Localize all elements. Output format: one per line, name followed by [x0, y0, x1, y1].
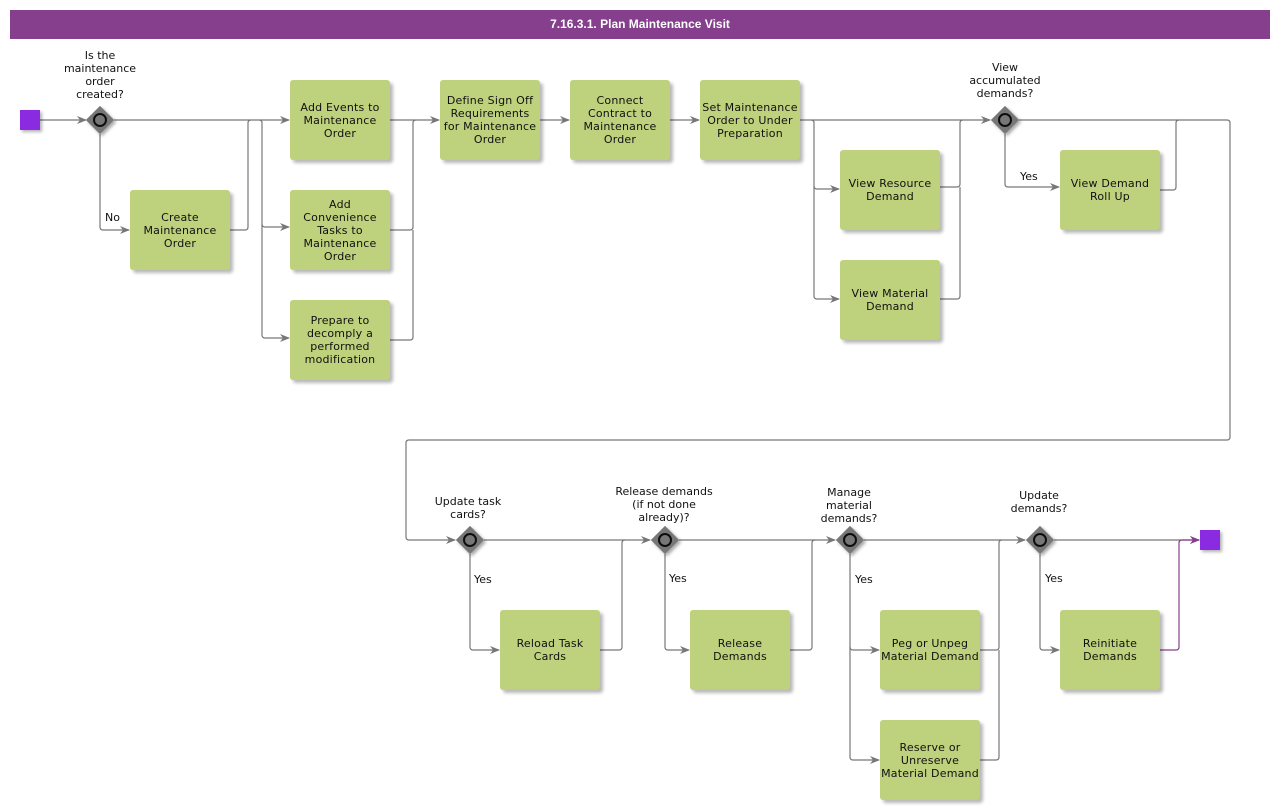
- task-label: Reload Task Cards: [516, 637, 584, 663]
- task-label: Add Convenience Tasks to Maintenance Ord…: [303, 197, 377, 263]
- task-define-sign-off[interactable]: Define Sign Off Requirements for Mainten…: [440, 80, 540, 160]
- task-label: Release Demands: [713, 637, 767, 663]
- flow-t14-join: [980, 650, 1000, 761]
- gateway-g3: [455, 525, 485, 555]
- flow-t11-join: [600, 539, 626, 651]
- task-label: Prepare to decomply a performed modifica…: [304, 314, 376, 366]
- flow-t9-join: [940, 187, 961, 300]
- flow-g4-yes: [664, 554, 690, 654]
- flow-create-merge: [230, 119, 252, 231]
- flow-g5-yes1: [849, 554, 880, 654]
- task-add-events[interactable]: Add Events to Maintenance Order: [290, 80, 390, 160]
- end-event[interactable]: [1200, 530, 1220, 550]
- task-view-resource-demand[interactable]: View Resource Demand: [840, 150, 940, 230]
- task-label: Reserve or Unreserve Material Demand: [881, 740, 979, 780]
- task-release-demands[interactable]: Release Demands: [690, 610, 790, 690]
- task-label: View Material Demand: [851, 287, 929, 313]
- gateway-g5: [835, 525, 865, 555]
- flow-g6-yes: [1039, 554, 1060, 654]
- task-add-convenience-tasks[interactable]: Add Convenience Tasks to Maintenance Ord…: [290, 190, 390, 270]
- flow-t4-join: [390, 230, 414, 341]
- flow-label-yes: Yes: [669, 572, 687, 585]
- flow-fork-t4: [261, 224, 290, 342]
- gateway-g6: [1025, 525, 1055, 555]
- task-label: Define Sign Off Requirements for Mainten…: [443, 94, 537, 146]
- flow-label-yes: Yes: [1045, 572, 1063, 585]
- task-label: View Resource Demand: [848, 177, 932, 203]
- flow-label-no: No: [105, 211, 120, 224]
- gateway-g4: [650, 525, 680, 555]
- task-label: Create Maintenance Order: [143, 210, 217, 250]
- flow-t3-join: [390, 119, 417, 231]
- task-label: Reinitiate Demands: [1082, 637, 1138, 663]
- flow-label-yes: Yes: [474, 573, 492, 586]
- task-label: Connect Contract to Maintenance Order: [583, 94, 657, 146]
- flow-fork-t3: [258, 119, 290, 231]
- gateway-label-g6: Update demands?: [1010, 489, 1068, 515]
- task-label: Add Events to Maintenance Order: [300, 100, 380, 140]
- task-view-demand-roll-up[interactable]: View Demand Roll Up: [1060, 150, 1160, 230]
- gateway-g1: [85, 105, 115, 135]
- flow-t12-join: [790, 539, 816, 651]
- task-view-material-demand[interactable]: View Material Demand: [840, 260, 940, 340]
- flow-fork-t9: [813, 186, 840, 303]
- gateway-label-g1: Is the maintenance order created?: [63, 49, 137, 101]
- task-create-maintenance-order[interactable]: Create Maintenance Order: [130, 190, 230, 270]
- gateway-label-g3: Update task cards?: [434, 495, 502, 521]
- gateway-label-g2: View accumulated demands?: [969, 61, 1041, 100]
- flow-label-yes: Yes: [855, 573, 873, 586]
- gateway-label-g4: Release demands (if not done already)?: [615, 485, 713, 524]
- task-label: Set Maintenance Order to Under Preparati…: [702, 100, 798, 140]
- start-event[interactable]: [20, 110, 40, 130]
- task-reserve-unreserve[interactable]: Reserve or Unreserve Material Demand: [880, 720, 980, 800]
- flow-t10-join: [1160, 119, 1180, 191]
- flow-g5-yes2: [849, 647, 880, 764]
- flow-g3-yes: [469, 554, 500, 654]
- gateway-label-g5: Manage material demands?: [820, 486, 878, 525]
- flow-t8-join: [940, 119, 964, 188]
- task-label: Peg or Unpeg Material Demand: [881, 637, 979, 663]
- task-prepare-decomply[interactable]: Prepare to decomply a performed modifica…: [290, 300, 390, 380]
- task-connect-contract[interactable]: Connect Contract to Maintenance Order: [570, 80, 670, 160]
- flow-t13-join: [980, 539, 1003, 651]
- task-label: View Demand Roll Up: [1070, 177, 1150, 203]
- gateway-g2: [990, 105, 1020, 135]
- flow-t15-end: [1160, 536, 1200, 651]
- flow-fork-t8: [810, 119, 840, 193]
- task-reinitiate-demands[interactable]: Reinitiate Demands: [1060, 610, 1160, 690]
- task-set-under-preparation[interactable]: Set Maintenance Order to Under Preparati…: [700, 80, 800, 160]
- task-reload-task-cards[interactable]: Reload Task Cards: [500, 610, 600, 690]
- flow-label-yes: Yes: [1020, 170, 1038, 183]
- task-peg-unpeg[interactable]: Peg or Unpeg Material Demand: [880, 610, 980, 690]
